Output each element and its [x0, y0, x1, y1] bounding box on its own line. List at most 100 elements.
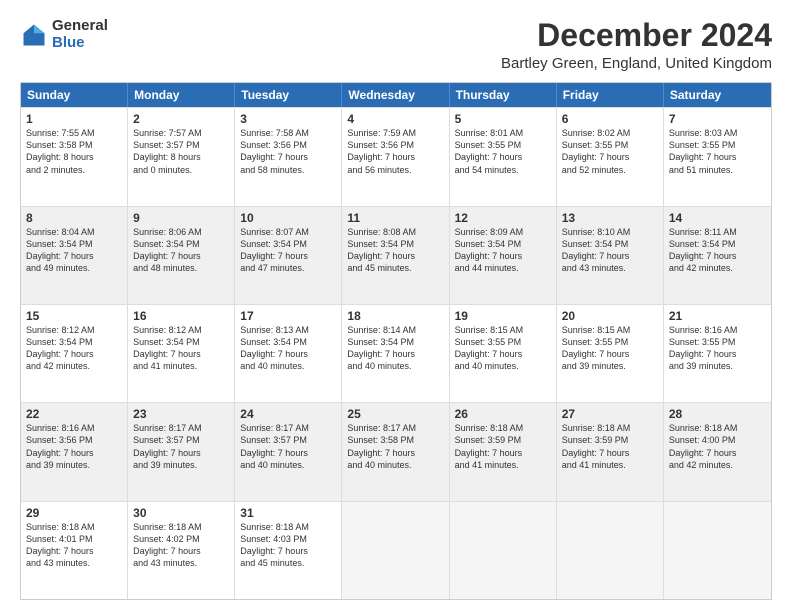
cell-info: Sunrise: 8:02 AMSunset: 3:55 PMDaylight:…	[562, 127, 658, 176]
calendar-row: 22Sunrise: 8:16 AMSunset: 3:56 PMDayligh…	[21, 402, 771, 500]
calendar-cell: 5Sunrise: 8:01 AMSunset: 3:55 PMDaylight…	[450, 108, 557, 205]
calendar-row: 8Sunrise: 8:04 AMSunset: 3:54 PMDaylight…	[21, 206, 771, 304]
cell-info: Sunrise: 8:16 AMSunset: 3:56 PMDaylight:…	[26, 422, 122, 471]
calendar-cell: 12Sunrise: 8:09 AMSunset: 3:54 PMDayligh…	[450, 207, 557, 304]
calendar-header-cell: Tuesday	[235, 83, 342, 107]
calendar-cell: 30Sunrise: 8:18 AMSunset: 4:02 PMDayligh…	[128, 502, 235, 599]
day-number: 16	[133, 309, 229, 323]
day-number: 4	[347, 112, 443, 126]
day-number: 1	[26, 112, 122, 126]
calendar-cell: 19Sunrise: 8:15 AMSunset: 3:55 PMDayligh…	[450, 305, 557, 402]
cell-info: Sunrise: 8:11 AMSunset: 3:54 PMDaylight:…	[669, 226, 766, 275]
calendar-cell: 22Sunrise: 8:16 AMSunset: 3:56 PMDayligh…	[21, 403, 128, 500]
calendar-cell: 15Sunrise: 8:12 AMSunset: 3:54 PMDayligh…	[21, 305, 128, 402]
cell-info: Sunrise: 8:17 AMSunset: 3:57 PMDaylight:…	[133, 422, 229, 471]
logo-general: General	[52, 18, 108, 35]
day-number: 29	[26, 506, 122, 520]
calendar-cell: 3Sunrise: 7:58 AMSunset: 3:56 PMDaylight…	[235, 108, 342, 205]
cell-info: Sunrise: 8:08 AMSunset: 3:54 PMDaylight:…	[347, 226, 443, 275]
cell-info: Sunrise: 8:18 AMSunset: 4:00 PMDaylight:…	[669, 422, 766, 471]
calendar-header-cell: Sunday	[21, 83, 128, 107]
logo-blue: Blue	[52, 35, 108, 52]
day-number: 12	[455, 211, 551, 225]
cell-info: Sunrise: 8:15 AMSunset: 3:55 PMDaylight:…	[562, 324, 658, 373]
day-number: 7	[669, 112, 766, 126]
day-number: 24	[240, 407, 336, 421]
day-number: 2	[133, 112, 229, 126]
calendar-header-cell: Thursday	[450, 83, 557, 107]
calendar-cell	[342, 502, 449, 599]
cell-info: Sunrise: 8:06 AMSunset: 3:54 PMDaylight:…	[133, 226, 229, 275]
cell-info: Sunrise: 8:12 AMSunset: 3:54 PMDaylight:…	[26, 324, 122, 373]
calendar-cell: 20Sunrise: 8:15 AMSunset: 3:55 PMDayligh…	[557, 305, 664, 402]
calendar-cell	[557, 502, 664, 599]
calendar-cell	[450, 502, 557, 599]
day-number: 14	[669, 211, 766, 225]
day-number: 17	[240, 309, 336, 323]
cell-info: Sunrise: 8:13 AMSunset: 3:54 PMDaylight:…	[240, 324, 336, 373]
day-number: 25	[347, 407, 443, 421]
main-title: December 2024	[501, 18, 772, 53]
day-number: 30	[133, 506, 229, 520]
calendar-cell	[664, 502, 771, 599]
cell-info: Sunrise: 8:14 AMSunset: 3:54 PMDaylight:…	[347, 324, 443, 373]
logo-icon	[20, 21, 48, 49]
day-number: 11	[347, 211, 443, 225]
title-block: December 2024 Bartley Green, England, Un…	[501, 18, 772, 72]
cell-info: Sunrise: 8:03 AMSunset: 3:55 PMDaylight:…	[669, 127, 766, 176]
cell-info: Sunrise: 8:10 AMSunset: 3:54 PMDaylight:…	[562, 226, 658, 275]
calendar-cell: 13Sunrise: 8:10 AMSunset: 3:54 PMDayligh…	[557, 207, 664, 304]
day-number: 20	[562, 309, 658, 323]
calendar-cell: 23Sunrise: 8:17 AMSunset: 3:57 PMDayligh…	[128, 403, 235, 500]
calendar-cell: 1Sunrise: 7:55 AMSunset: 3:58 PMDaylight…	[21, 108, 128, 205]
cell-info: Sunrise: 7:57 AMSunset: 3:57 PMDaylight:…	[133, 127, 229, 176]
day-number: 3	[240, 112, 336, 126]
calendar-cell: 27Sunrise: 8:18 AMSunset: 3:59 PMDayligh…	[557, 403, 664, 500]
day-number: 8	[26, 211, 122, 225]
calendar-cell: 11Sunrise: 8:08 AMSunset: 3:54 PMDayligh…	[342, 207, 449, 304]
day-number: 5	[455, 112, 551, 126]
day-number: 23	[133, 407, 229, 421]
logo-text: General Blue	[52, 18, 108, 51]
calendar-row: 15Sunrise: 8:12 AMSunset: 3:54 PMDayligh…	[21, 304, 771, 402]
cell-info: Sunrise: 7:59 AMSunset: 3:56 PMDaylight:…	[347, 127, 443, 176]
cell-info: Sunrise: 8:18 AMSunset: 3:59 PMDaylight:…	[455, 422, 551, 471]
cell-info: Sunrise: 8:18 AMSunset: 4:01 PMDaylight:…	[26, 521, 122, 570]
calendar-cell: 10Sunrise: 8:07 AMSunset: 3:54 PMDayligh…	[235, 207, 342, 304]
calendar-cell: 16Sunrise: 8:12 AMSunset: 3:54 PMDayligh…	[128, 305, 235, 402]
day-number: 28	[669, 407, 766, 421]
day-number: 9	[133, 211, 229, 225]
subtitle: Bartley Green, England, United Kingdom	[501, 55, 772, 72]
cell-info: Sunrise: 8:18 AMSunset: 4:02 PMDaylight:…	[133, 521, 229, 570]
calendar-cell: 21Sunrise: 8:16 AMSunset: 3:55 PMDayligh…	[664, 305, 771, 402]
calendar-cell: 29Sunrise: 8:18 AMSunset: 4:01 PMDayligh…	[21, 502, 128, 599]
calendar-cell: 28Sunrise: 8:18 AMSunset: 4:00 PMDayligh…	[664, 403, 771, 500]
day-number: 22	[26, 407, 122, 421]
day-number: 19	[455, 309, 551, 323]
cell-info: Sunrise: 8:16 AMSunset: 3:55 PMDaylight:…	[669, 324, 766, 373]
day-number: 13	[562, 211, 658, 225]
cell-info: Sunrise: 8:17 AMSunset: 3:57 PMDaylight:…	[240, 422, 336, 471]
cell-info: Sunrise: 7:58 AMSunset: 3:56 PMDaylight:…	[240, 127, 336, 176]
logo: General Blue	[20, 18, 108, 51]
cell-info: Sunrise: 8:07 AMSunset: 3:54 PMDaylight:…	[240, 226, 336, 275]
calendar-header-row: SundayMondayTuesdayWednesdayThursdayFrid…	[21, 83, 771, 107]
day-number: 6	[562, 112, 658, 126]
day-number: 27	[562, 407, 658, 421]
cell-info: Sunrise: 8:09 AMSunset: 3:54 PMDaylight:…	[455, 226, 551, 275]
calendar-cell: 7Sunrise: 8:03 AMSunset: 3:55 PMDaylight…	[664, 108, 771, 205]
calendar-row: 29Sunrise: 8:18 AMSunset: 4:01 PMDayligh…	[21, 501, 771, 599]
day-number: 31	[240, 506, 336, 520]
calendar-cell: 26Sunrise: 8:18 AMSunset: 3:59 PMDayligh…	[450, 403, 557, 500]
day-number: 26	[455, 407, 551, 421]
day-number: 15	[26, 309, 122, 323]
calendar-header-cell: Friday	[557, 83, 664, 107]
day-number: 10	[240, 211, 336, 225]
day-number: 21	[669, 309, 766, 323]
cell-info: Sunrise: 7:55 AMSunset: 3:58 PMDaylight:…	[26, 127, 122, 176]
calendar-cell: 2Sunrise: 7:57 AMSunset: 3:57 PMDaylight…	[128, 108, 235, 205]
calendar-cell: 17Sunrise: 8:13 AMSunset: 3:54 PMDayligh…	[235, 305, 342, 402]
calendar-cell: 24Sunrise: 8:17 AMSunset: 3:57 PMDayligh…	[235, 403, 342, 500]
calendar-cell: 18Sunrise: 8:14 AMSunset: 3:54 PMDayligh…	[342, 305, 449, 402]
calendar-cell: 6Sunrise: 8:02 AMSunset: 3:55 PMDaylight…	[557, 108, 664, 205]
